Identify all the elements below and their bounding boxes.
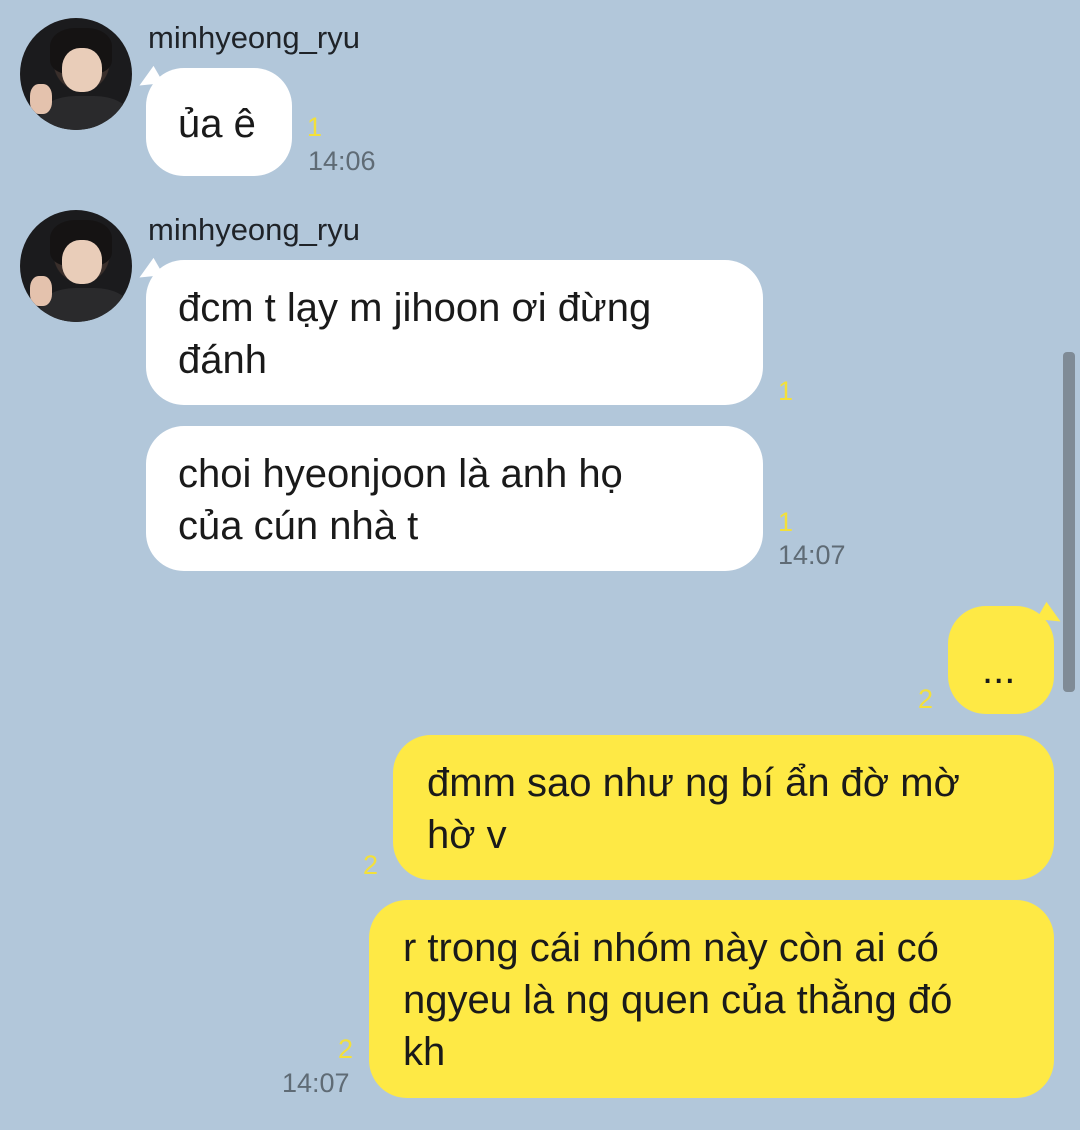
- message-text-line: đmm sao như ng bí ẩn đờ mờ: [427, 761, 960, 805]
- unread-count: 2: [363, 850, 379, 880]
- sender-avatar[interactable]: [20, 18, 132, 130]
- message-bubble[interactable]: r trong cái nhóm này còn ai có ngyeu là …: [369, 900, 1054, 1098]
- message-text-line: kh: [403, 1030, 446, 1074]
- message-text-line: ngyeu là ng quen của thằng đó: [403, 978, 953, 1022]
- message-time: 14:07: [282, 1068, 350, 1098]
- message-text-line: của cún nhà t: [178, 504, 419, 548]
- message-bubble[interactable]: ...: [948, 606, 1054, 714]
- message-text-line: đcm t lạy m jihoon ơi đừng: [178, 286, 652, 330]
- sender-avatar[interactable]: [20, 210, 132, 322]
- unread-count: 2: [918, 684, 934, 714]
- message-bubble[interactable]: đcm t lạy m jihoon ơi đừng đánh: [146, 260, 763, 405]
- message-text: ...: [982, 648, 1016, 692]
- unread-count: 1: [778, 507, 794, 537]
- unread-count: 1: [307, 112, 323, 142]
- message-text-line: hờ v: [427, 813, 507, 857]
- unread-count: 1: [778, 376, 794, 406]
- message-text-line: choi hyeonjoon là anh họ: [178, 452, 623, 496]
- unread-count: 2: [338, 1034, 354, 1064]
- sender-name: minhyeong_ryu: [148, 20, 360, 55]
- message-bubble[interactable]: ủa ê: [146, 68, 292, 176]
- message-time: 14:07: [778, 540, 846, 570]
- message-text-line: r trong cái nhóm này còn ai có: [403, 926, 939, 970]
- message-bubble[interactable]: choi hyeonjoon là anh họ của cún nhà t: [146, 426, 763, 571]
- message-text: ủa ê: [178, 102, 256, 146]
- message-time: 14:06: [308, 146, 376, 176]
- message-bubble[interactable]: đmm sao như ng bí ẩn đờ mờ hờ v: [393, 735, 1054, 880]
- scrollbar-thumb[interactable]: [1063, 352, 1075, 692]
- sender-name: minhyeong_ryu: [148, 212, 360, 247]
- chat-window: minhyeong_ryu ủa ê 1 14:06 minhyeong_ryu…: [0, 0, 1080, 1130]
- message-text-line: đánh: [178, 338, 267, 382]
